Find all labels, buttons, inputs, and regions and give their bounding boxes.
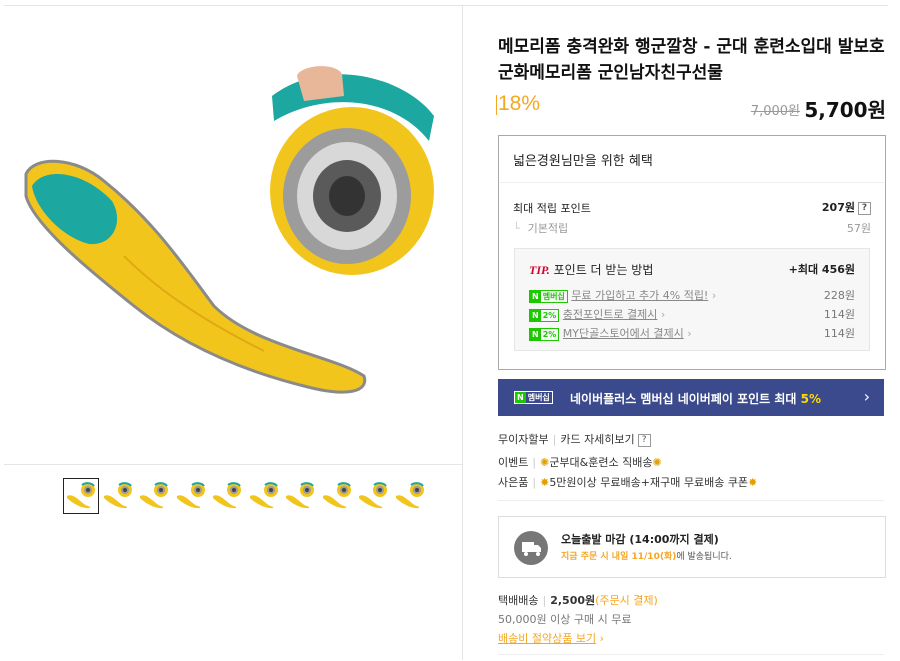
product-thumbnail[interactable]: [137, 479, 171, 513]
product-thumbnail[interactable]: [283, 479, 317, 513]
membership-promo-banner[interactable]: N 멤버십 네이버플러스 멤버십 네이버페이 포인트 최대 5% ›: [498, 379, 884, 416]
product-thumbnail[interactable]: [63, 478, 99, 514]
price-row: 18% 7,000원 5,700원: [495, 92, 886, 122]
tip-link[interactable]: MY단골스토어에서 결제시: [563, 327, 684, 340]
gift-text: 5만원이상 무료배송+재구매 무료배송 쿠폰: [549, 476, 749, 489]
branch-icon: └: [513, 222, 520, 235]
tip-value: 228원: [823, 289, 855, 302]
delivery-method: 택배배송: [498, 594, 539, 607]
chevron-right-icon: ›: [657, 308, 666, 321]
max-points-label: 최대 적립 포인트: [513, 202, 591, 215]
product-main-image: [4, 6, 462, 462]
free-shipping-note: 50,000원 이상 구매 시 무료: [498, 613, 632, 626]
tip-header: TIP. 포인트 더 받는 방법: [529, 261, 653, 278]
delivery-fee: 2,500원: [550, 594, 596, 607]
shipping-title: 오늘출발 마감 (14:00까지 결제): [561, 533, 719, 546]
today-shipping-box: 오늘출발 마감 (14:00까지 결제) 지금 주문 시 내일 11/10(화)…: [498, 516, 886, 578]
chevron-right-icon: ›: [708, 289, 717, 302]
product-thumbnail[interactable]: [320, 479, 354, 513]
event-row: 이벤트 | ✺군부대&훈련소 직배송✺: [498, 456, 662, 469]
shipping-detail: 지금 주문 시 내일 11/10(화)에 발송됩니다.: [561, 552, 732, 562]
benefit-title: 넓은경원님만을 위한 혜택: [513, 154, 653, 169]
divider: [498, 500, 884, 501]
tip-title: 포인트 더 받는 방법: [553, 263, 654, 277]
card-detail-link[interactable]: 카드 자세히보기: [560, 433, 634, 446]
tip-item-membership[interactable]: N 멤버십 무료 가입하고 추가 4% 적립! ›: [529, 287, 716, 303]
promo-text: 네이버플러스 멤버십 네이버페이 포인트 최대 5%: [570, 392, 822, 406]
basic-points-label: 기본적립: [527, 222, 569, 235]
chevron-right-icon: ›: [863, 387, 870, 406]
max-points-row: 207원?: [822, 199, 871, 215]
help-icon[interactable]: ?: [637, 433, 651, 447]
divider: [498, 654, 884, 655]
tip-max: +최대 456원: [788, 263, 855, 276]
product-thumbnail[interactable]: [101, 479, 135, 513]
installment-row: 무이자할부 | 카드 자세히보기?: [498, 431, 651, 447]
tip-link[interactable]: 충전포인트로 결제시: [563, 308, 658, 321]
save-shipping-link[interactable]: 배송비 절약상품 보기: [498, 632, 596, 645]
basic-points-row: └ 기본적립: [513, 220, 568, 236]
tip-item-charge[interactable]: N 2% 충전포인트로 결제시 ›: [529, 306, 665, 322]
original-price: 7,000원: [750, 104, 800, 119]
chevron-right-icon: ›: [596, 632, 604, 645]
save-shipping-link-row[interactable]: 배송비 절약상품 보기 ›: [498, 630, 604, 646]
event-label: 이벤트: [498, 456, 529, 469]
naver-membership-badge: N 멤버십: [529, 289, 568, 303]
naver-pay-badge: N 2%: [529, 308, 560, 322]
tip-value: 114원: [823, 327, 855, 340]
product-thumbnail[interactable]: [210, 479, 244, 513]
product-thumbnail[interactable]: [247, 479, 281, 513]
sun-icon: ✺: [540, 456, 550, 469]
sale-price: 5,700원: [804, 98, 886, 122]
gift-row: 사은품 | ✸5만원이상 무료배송+재구매 무료배송 쿠폰✸: [498, 476, 758, 489]
product-title: 메모리폼 충격완화 행군깔창 - 군대 훈련소입대 발보호 군화메모리폼 군인남…: [498, 37, 885, 83]
chevron-right-icon: ›: [683, 327, 692, 340]
sparkle-icon: ✸: [540, 476, 550, 489]
product-thumbnail[interactable]: [356, 479, 390, 513]
product-gallery: [4, 6, 463, 660]
benefit-box: 넓은경원님만을 위한 혜택 최대 적립 포인트 207원? └ 기본적립 57원 …: [498, 135, 886, 370]
tip-item-store[interactable]: N 2% MY단골스토어에서 결제시 ›: [529, 325, 692, 341]
discount-rate: 18%: [495, 92, 541, 115]
gift-label: 사은품: [498, 476, 529, 489]
thumbnail-strip: [4, 464, 462, 523]
divider: [500, 182, 884, 183]
product-thumbnail[interactable]: [174, 479, 208, 513]
basic-points-value: 57원: [846, 222, 871, 235]
help-icon[interactable]: ?: [858, 201, 871, 215]
max-points-value: 207원: [821, 201, 855, 214]
sparkle-icon: ✸: [748, 476, 758, 489]
event-text: 군부대&훈련소 직배송: [549, 456, 653, 469]
tip-link[interactable]: 무료 가입하고 추가 4% 적립!: [571, 289, 708, 302]
delivery-row: 택배배송 | 2,500원(주문시 결제): [498, 594, 658, 607]
installment-label: 무이자할부: [498, 433, 549, 446]
tip-label: TIP.: [529, 263, 550, 277]
delivery-pay-note: (주문시 결제): [595, 594, 658, 607]
naver-membership-badge: N 멤버십: [514, 391, 553, 404]
tip-box: TIP. 포인트 더 받는 방법 +최대 456원 N 멤버십 무료 가입하고 추…: [514, 248, 870, 351]
truck-icon: [514, 531, 548, 565]
naver-pay-badge: N 2%: [529, 327, 560, 341]
sun-icon: ✺: [652, 456, 662, 469]
tip-value: 114원: [823, 308, 855, 321]
product-thumbnail[interactable]: [393, 479, 427, 513]
